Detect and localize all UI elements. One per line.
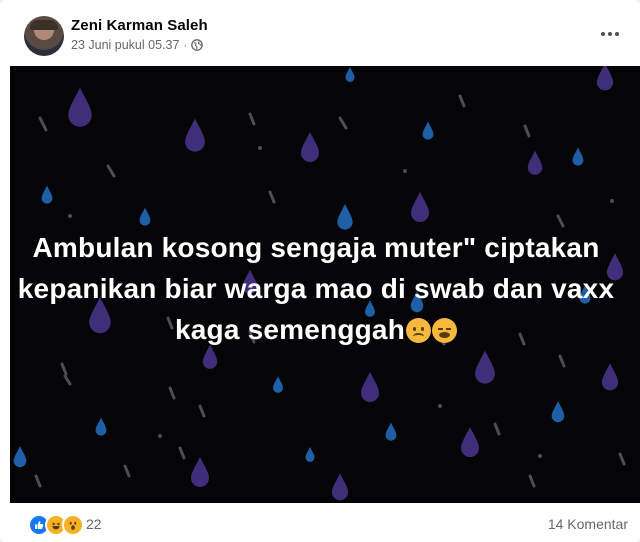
wow-icon [62, 514, 84, 536]
frowning-face-icon [406, 318, 431, 343]
post-header: Zeni Karman Saleh 23 Juni pukul 05.37 · [0, 0, 640, 66]
more-options-button[interactable] [596, 20, 624, 48]
post-text-line-1: Ambulan kosong sengaja muter" ciptakan [32, 232, 600, 263]
tired-face-icon [432, 318, 457, 343]
post-image-text: Ambulan kosong sengaja muter" ciptakan k… [10, 227, 622, 350]
reaction-icons[interactable] [28, 514, 84, 536]
more-horizontal-icon [601, 32, 605, 36]
avatar[interactable] [24, 16, 64, 56]
post-meta: 23 Juni pukul 05.37 · [71, 38, 204, 52]
post-text-line-3: kaga semenggah [10, 309, 622, 350]
meta-separator: · [183, 38, 188, 52]
post-date[interactable]: 23 Juni pukul 05.37 [71, 38, 179, 52]
author-name[interactable]: Zeni Karman Saleh [71, 17, 208, 34]
post-image[interactable]: Ambulan kosong sengaja muter" ciptakan k… [10, 66, 640, 503]
post-card: Zeni Karman Saleh 23 Juni pukul 05.37 · [0, 0, 640, 542]
comment-count-link[interactable]: 14 Komentar [548, 516, 628, 532]
reaction-count[interactable]: 22 [86, 516, 102, 532]
post-footer: 22 14 Komentar [0, 503, 640, 542]
globe-icon[interactable] [191, 39, 204, 51]
post-text-line-2: kepanikan biar warga mao di swab dan vax… [17, 273, 615, 304]
